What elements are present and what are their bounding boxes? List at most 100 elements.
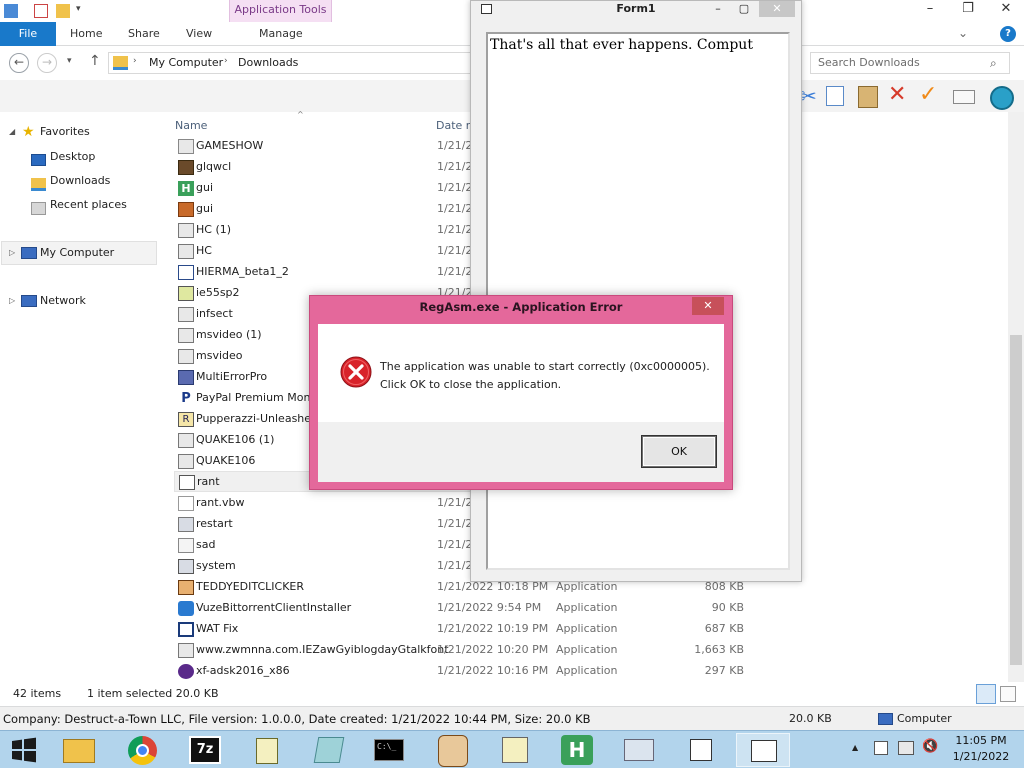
close-icon[interactable]: ✕ bbox=[990, 0, 1022, 20]
file-row[interactable]: WAT Fix 1/21/2022 10:19 PM Application 687 … bbox=[174, 619, 754, 640]
breadcrumb-my-computer[interactable]: My Computer bbox=[149, 56, 223, 69]
chrome-taskbar-button[interactable] bbox=[116, 733, 170, 767]
tab-home[interactable]: Home bbox=[70, 22, 102, 46]
dialog-close-button[interactable]: ✕ bbox=[692, 297, 724, 315]
network-icon[interactable] bbox=[898, 741, 914, 755]
chevron-down-icon[interactable]: ▾ bbox=[76, 4, 90, 18]
maximize-icon[interactable]: ▢ bbox=[733, 1, 755, 17]
start-button[interactable] bbox=[0, 733, 48, 767]
column-name[interactable]: Name bbox=[175, 119, 207, 132]
notepad-taskbar-button[interactable] bbox=[240, 733, 294, 767]
app-h-icon: H bbox=[561, 735, 593, 765]
action-center-icon[interactable] bbox=[874, 741, 888, 755]
tab-manage[interactable]: Manage bbox=[259, 22, 303, 46]
taskbar: 7z C:\_ H ▲ 🔇 11:05 PM 1/21/2022 bbox=[0, 730, 1024, 768]
app-taskbar-button[interactable] bbox=[674, 733, 728, 767]
file-size-text: 20.0 KB bbox=[789, 712, 832, 725]
tab-file[interactable]: File bbox=[0, 22, 56, 46]
minimize-icon[interactable]: – bbox=[914, 0, 946, 20]
app-taskbar-button[interactable] bbox=[302, 733, 356, 767]
window-title: Form1 bbox=[616, 2, 656, 15]
expand-arrow-icon[interactable]: ▷ bbox=[9, 243, 19, 263]
error-icon bbox=[340, 356, 372, 388]
search-input[interactable]: Search Downloads bbox=[810, 52, 1010, 74]
file-row[interactable]: www.zwmnna.com.IEZawGyiblogdayGtalkfont 1… bbox=[174, 640, 754, 661]
forward-button[interactable]: → bbox=[37, 53, 57, 73]
details-view-icon[interactable] bbox=[976, 684, 996, 704]
properties-icon[interactable] bbox=[4, 4, 18, 18]
tab-share[interactable]: Share bbox=[128, 22, 160, 46]
nav-network[interactable]: Network bbox=[40, 291, 86, 311]
back-button[interactable]: ← bbox=[9, 53, 29, 73]
app-window-icon bbox=[481, 4, 492, 14]
form1-titlebar[interactable]: Form1 – ▢ ✕ bbox=[471, 1, 801, 19]
app-window-icon bbox=[178, 349, 194, 364]
recent-locations-icon[interactable]: ▾ bbox=[67, 56, 72, 66]
delete-icon[interactable]: ✕ bbox=[888, 82, 906, 107]
nav-favorites[interactable]: Favorites bbox=[40, 122, 90, 142]
cut-icon[interactable]: ✂ bbox=[800, 84, 817, 108]
desktop-icon bbox=[31, 154, 46, 166]
scrollbar-thumb[interactable] bbox=[1010, 335, 1022, 665]
windows-logo-icon bbox=[12, 737, 36, 763]
address-bar[interactable]: › My Computer › Downloads bbox=[108, 52, 473, 74]
app-window-icon bbox=[178, 307, 194, 322]
computer-icon bbox=[21, 247, 37, 259]
new-folder-icon[interactable] bbox=[34, 4, 48, 18]
minimize-icon[interactable]: – bbox=[707, 1, 729, 17]
file-explorer-taskbar-button[interactable] bbox=[52, 733, 106, 767]
nav-desktop[interactable]: Desktop bbox=[50, 147, 95, 167]
app-face-icon bbox=[178, 580, 194, 595]
dialog-footer: OK bbox=[318, 422, 724, 482]
monitor-taskbar-button[interactable] bbox=[612, 733, 666, 767]
expand-arrow-icon[interactable]: ◢ bbox=[9, 122, 19, 142]
navigation-pane: ◢ ★ Favorites Desktop Downloads Recent p… bbox=[0, 112, 160, 682]
app-taskbar-button-active[interactable] bbox=[736, 733, 790, 767]
clock[interactable]: 11:05 PM 1/21/2022 bbox=[946, 733, 1016, 765]
file-icon bbox=[178, 202, 194, 217]
file-icon: R bbox=[178, 412, 194, 427]
error-dialog: RegAsm.exe - Application Error ✕ The app… bbox=[309, 295, 733, 490]
details-bar: Company: Destruct-a-Town LLC, File versi… bbox=[0, 706, 1024, 730]
paste-icon[interactable] bbox=[858, 86, 878, 108]
chevron-down-icon[interactable]: ⌄ bbox=[958, 22, 968, 46]
nav-my-computer[interactable]: My Computer bbox=[40, 243, 114, 263]
explorer-window-controls: – ❐ ✕ bbox=[914, 0, 1024, 20]
app-window-icon bbox=[178, 454, 194, 469]
app-window-icon bbox=[690, 739, 712, 761]
large-icons-view-icon[interactable] bbox=[1000, 686, 1016, 702]
selection-info: 1 item selected 20.0 KB bbox=[87, 687, 219, 700]
ok-button[interactable]: OK bbox=[642, 436, 716, 467]
star-icon: ★ bbox=[22, 124, 35, 140]
nav-downloads[interactable]: Downloads bbox=[50, 171, 110, 191]
file-icon bbox=[178, 139, 194, 154]
restore-icon[interactable]: ❐ bbox=[952, 0, 984, 20]
monitor-icon bbox=[624, 739, 654, 761]
app-taskbar-button[interactable] bbox=[488, 733, 542, 767]
paypal-icon: P bbox=[181, 391, 191, 406]
copy-icon[interactable] bbox=[826, 86, 844, 106]
dialog-body: The application was unable to start corr… bbox=[318, 324, 724, 422]
volume-muted-icon[interactable]: 🔇 bbox=[922, 739, 938, 754]
breadcrumb-downloads[interactable]: Downloads bbox=[238, 56, 298, 69]
check-icon[interactable]: ✓ bbox=[919, 82, 937, 107]
7zip-taskbar-button[interactable]: 7z bbox=[178, 733, 232, 767]
dialog-title: RegAsm.exe - Application Error bbox=[419, 300, 623, 314]
search-icon[interactable]: ⌕ bbox=[990, 56, 997, 71]
globe-icon[interactable] bbox=[990, 86, 1014, 110]
tab-view[interactable]: View bbox=[186, 22, 212, 46]
expand-arrow-icon[interactable]: ▷ bbox=[9, 291, 19, 311]
app-taskbar-button[interactable] bbox=[426, 733, 480, 767]
up-arrow-icon[interactable]: ↑ bbox=[89, 53, 101, 69]
folder-icon[interactable] bbox=[56, 4, 70, 18]
cmd-taskbar-button[interactable]: C:\_ bbox=[362, 733, 416, 767]
rename-icon[interactable] bbox=[953, 90, 975, 104]
nav-recent-places[interactable]: Recent places bbox=[50, 195, 127, 215]
help-icon[interactable]: ? bbox=[1000, 26, 1016, 42]
close-icon[interactable]: ✕ bbox=[759, 1, 795, 17]
vuze-icon bbox=[178, 601, 194, 616]
app-h-taskbar-button[interactable]: H bbox=[550, 733, 604, 767]
show-hidden-icons[interactable]: ▲ bbox=[852, 743, 858, 752]
file-row[interactable]: xf-adsk2016_x86 1/21/2022 10:16 PM Applica… bbox=[174, 661, 754, 682]
file-row[interactable]: VuzeBittorrentClientInstaller 1/21/2022 9… bbox=[174, 598, 754, 619]
